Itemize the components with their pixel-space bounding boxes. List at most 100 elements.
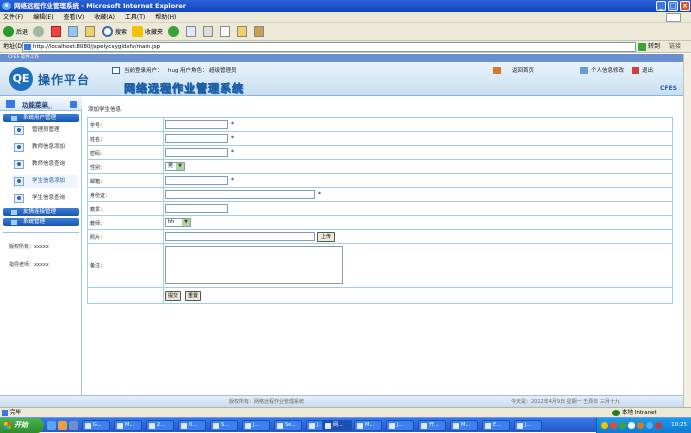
home-link-icon: [493, 67, 501, 74]
taskbar-item[interactable]: 开...: [418, 420, 446, 431]
mail-button[interactable]: [186, 26, 198, 37]
admin-icon: [14, 126, 24, 135]
menu-tools[interactable]: 工具(T): [125, 14, 145, 21]
forward-arrow-icon: [33, 26, 45, 37]
sidebar-item-admin[interactable]: 管理员管理: [12, 124, 78, 137]
sidebar-item-student-add[interactable]: 学生信息添加: [12, 175, 78, 188]
remark-textarea[interactable]: [165, 246, 343, 284]
window-title-bar[interactable]: e 网络远程作业管理系统 - Microsoft Internet Explor…: [0, 0, 691, 12]
menu-favorites[interactable]: 收藏(A): [94, 14, 115, 21]
address-input[interactable]: http://localhost:8080/jspelycxygldxfv/ma…: [22, 42, 636, 52]
menu-help[interactable]: 帮助(H): [155, 14, 176, 21]
sidebar-item-teacher-query[interactable]: 教师信息查询: [12, 158, 78, 171]
submit-button[interactable]: 提交: [165, 291, 181, 301]
tray-icon[interactable]: [646, 422, 653, 429]
page-footer: 版权所有：网络远程作业管理系统 今天是：2012年4月9日 星期一 壬辰年 三月…: [83, 395, 683, 407]
refresh-button[interactable]: [68, 26, 80, 37]
vertical-scrollbar[interactable]: [683, 54, 691, 407]
menu-view[interactable]: 查看(V): [63, 14, 84, 21]
sidebar-group-system[interactable]: 系统管理: [3, 218, 79, 226]
search-button[interactable]: 搜索: [102, 26, 127, 37]
sidebar-item-student-query[interactable]: 学生信息查询: [12, 192, 78, 205]
name-input[interactable]: [165, 134, 228, 143]
maximize-button[interactable]: □: [668, 1, 678, 11]
collapse-icon[interactable]: [70, 101, 77, 108]
reset-button[interactable]: 重置: [185, 291, 201, 301]
address-input-field[interactable]: [165, 204, 228, 213]
taskbar-item[interactable]: Se...: [274, 420, 302, 431]
stop-button[interactable]: [51, 26, 63, 37]
taskbar-item[interactable]: M...: [114, 420, 142, 431]
menu-file[interactable]: 文件(F): [3, 14, 23, 21]
gender-select[interactable]: 男 ▼: [165, 162, 185, 171]
sidebar-item-teacher-add[interactable]: 教师信息添加: [12, 141, 78, 154]
links-button[interactable]: 链接: [669, 41, 681, 53]
status-text: 完毕: [10, 410, 22, 416]
tray-icon[interactable]: [601, 422, 608, 429]
profile-link[interactable]: 个人信息修改: [591, 65, 624, 77]
taskbar-item[interactable]: J...: [514, 420, 542, 431]
start-button[interactable]: 开始: [0, 418, 44, 433]
minimize-button[interactable]: _: [656, 1, 666, 11]
id-card-input[interactable]: [165, 190, 315, 199]
taskbar-item[interactable]: G...: [82, 420, 110, 431]
upload-button[interactable]: 上传: [317, 232, 335, 242]
folder-button[interactable]: [237, 26, 249, 37]
password-input[interactable]: [165, 148, 228, 157]
close-button[interactable]: ×: [680, 1, 690, 11]
taskbar-item[interactable]: S...: [210, 420, 238, 431]
label-gender: 性别：: [90, 165, 106, 171]
logout-icon: [632, 67, 639, 74]
user-icon: [112, 67, 120, 74]
print-button[interactable]: [203, 26, 215, 37]
tray-icon[interactable]: [619, 422, 626, 429]
taskbar-item-active[interactable]: 网...: [322, 420, 352, 431]
sidebar-divider: [3, 232, 79, 233]
home-link[interactable]: 返回首页: [512, 65, 534, 77]
taskbar-item[interactable]: 2...: [146, 420, 174, 431]
forward-button[interactable]: [33, 26, 46, 37]
row-name: 姓名： *: [88, 132, 672, 146]
taskbar-item[interactable]: M...: [450, 420, 478, 431]
history-button[interactable]: [168, 26, 181, 37]
label-remark: 备注：: [90, 263, 106, 269]
favorites-button[interactable]: 收藏夹: [132, 26, 163, 37]
back-button[interactable]: 后退: [3, 26, 28, 37]
go-button[interactable]: 转到: [638, 42, 660, 52]
required-mark: *: [231, 135, 234, 142]
clock: 10:25: [671, 422, 687, 428]
tray-icon[interactable]: [610, 422, 617, 429]
edit-button[interactable]: [220, 26, 232, 37]
taskbar-item[interactable]: J...: [242, 420, 270, 431]
menu-edit[interactable]: 编辑(E): [33, 14, 53, 21]
sidebar-group-links[interactable]: 友情连接管理: [3, 208, 79, 216]
tray-icon[interactable]: [655, 422, 662, 429]
home-button[interactable]: [85, 26, 97, 37]
email-input[interactable]: [165, 176, 228, 185]
label-address: 籍贯：: [90, 207, 106, 213]
taskbar-item[interactable]: J...: [386, 420, 414, 431]
tray-icon[interactable]: [637, 422, 644, 429]
quicklaunch-ie-icon[interactable]: [47, 421, 56, 430]
row-address: 籍贯：: [88, 202, 672, 216]
tray-icon[interactable]: [628, 422, 635, 429]
quicklaunch-folder-icon[interactable]: [58, 421, 67, 430]
menu-icon: [6, 100, 15, 108]
refresh-icon: [68, 26, 79, 37]
taskbar-item[interactable]: E...: [482, 420, 510, 431]
app-logo: QE 操作平台: [6, 66, 106, 92]
label-name: 姓名：: [90, 137, 106, 143]
student-id-input[interactable]: [165, 120, 228, 129]
page-done-icon: [2, 410, 8, 416]
student-query-icon: [14, 194, 24, 203]
logout-link[interactable]: 退出: [642, 65, 653, 77]
star-icon: [132, 26, 144, 37]
taskbar-item[interactable]: 0...: [178, 420, 206, 431]
quicklaunch-desktop-icon[interactable]: [69, 421, 78, 430]
teacher-select[interactable]: hh ▼: [165, 218, 191, 227]
taskbar-item[interactable]: M...: [354, 420, 382, 431]
sidebar-group-user-management[interactable]: 系统用户管理: [3, 114, 79, 122]
messenger-button[interactable]: [254, 26, 266, 37]
home-icon: [85, 26, 96, 37]
photo-input[interactable]: [165, 232, 315, 241]
